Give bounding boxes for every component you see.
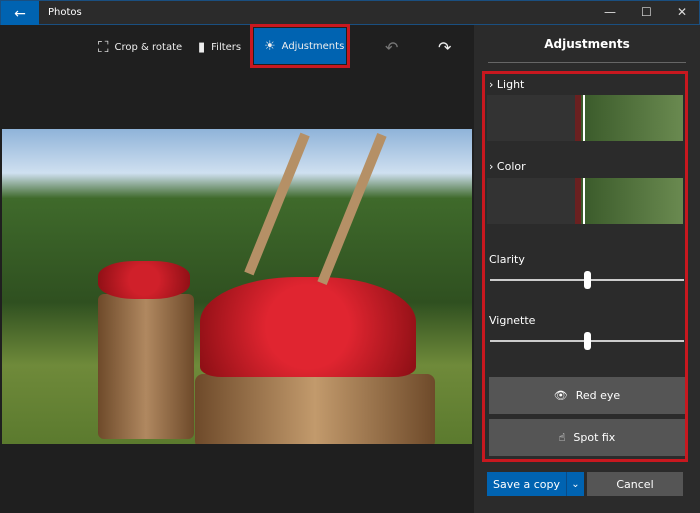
back-arrow-icon: ← [14, 5, 26, 22]
color-section-toggle[interactable]: › Color [489, 160, 526, 173]
spot-fix-button[interactable]: ☝ Spot fix [489, 419, 685, 456]
light-slider-preview[interactable] [487, 95, 683, 141]
red-eye-button[interactable]: 👁 Red eye [489, 377, 685, 414]
clarity-slider-thumb[interactable] [583, 271, 591, 289]
filters-button[interactable]: ▮ Filters [198, 33, 241, 61]
chevron-down-icon: ⌄ [571, 478, 580, 490]
back-button[interactable]: ← [1, 1, 39, 26]
clarity-label: Clarity [489, 253, 525, 266]
photo-apples [2, 129, 472, 444]
eye-icon: 👁 [553, 389, 568, 402]
adjustments-button[interactable]: ☀ Adjustments [250, 24, 350, 68]
vignette-slider-thumb[interactable] [583, 332, 591, 350]
save-copy-button[interactable]: Save a copy [487, 472, 566, 496]
adjustments-highlight: › Light › Color Clarity Vignette 👁 Red ey… [482, 71, 688, 462]
crop-rotate-button[interactable]: ⛶ Crop & rotate [98, 33, 182, 61]
vignette-label: Vignette [489, 314, 536, 327]
close-button[interactable]: ✕ [677, 5, 687, 19]
edit-toolbar: ⛶ Crop & rotate ▮ Filters ☀ Adjustments ↶ ↷ [0, 24, 474, 69]
crop-label: Crop & rotate [114, 41, 183, 53]
clarity-slider[interactable] [490, 271, 684, 289]
hand-pointer-icon: ☝ [558, 431, 566, 444]
color-slider-handle[interactable] [583, 178, 585, 224]
save-options-dropdown[interactable]: ⌄ [566, 472, 584, 496]
photo-canvas [0, 69, 474, 513]
minimize-button[interactable]: — [604, 5, 616, 19]
undo-icon: ↶ [385, 37, 399, 57]
crop-icon: ⛶ [98, 38, 109, 56]
color-label: Color [496, 160, 526, 173]
vignette-slider[interactable] [490, 332, 684, 350]
cancel-button[interactable]: Cancel [587, 472, 683, 496]
redo-button[interactable]: ↷ [438, 33, 451, 61]
divider [488, 62, 686, 63]
redo-icon: ↷ [438, 37, 452, 57]
light-slider-handle[interactable] [583, 95, 585, 141]
maximize-button[interactable]: ☐ [641, 5, 652, 19]
light-section-toggle[interactable]: › Light [489, 78, 524, 91]
spot-fix-label: Spot fix [573, 431, 616, 444]
light-label: Light [496, 78, 525, 91]
panel-title: Adjustments [544, 37, 630, 51]
brush-icon: ▮ [198, 39, 206, 55]
color-slider-preview[interactable] [487, 178, 683, 224]
title-bar: ← Photos — ☐ ✕ [0, 0, 700, 26]
adjustments-panel: Adjustments › Light › Color Clarity Vign… [474, 25, 700, 513]
sun-icon: ☀ [264, 38, 276, 54]
filters-label: Filters [211, 41, 242, 53]
undo-button[interactable]: ↶ [385, 33, 398, 61]
app-title: Photos [48, 7, 82, 18]
adjustments-label: Adjustments [281, 40, 345, 52]
red-eye-label: Red eye [575, 389, 621, 402]
